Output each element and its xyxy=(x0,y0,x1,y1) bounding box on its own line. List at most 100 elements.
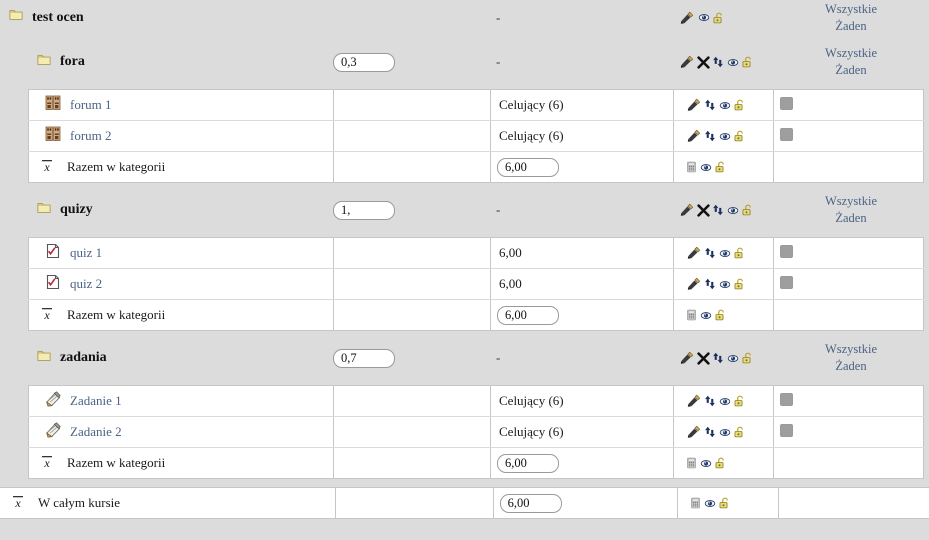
item-name-cell: Zadanie 1 xyxy=(28,385,334,417)
edit-icon[interactable] xyxy=(679,11,695,25)
padlock-unlocked-icon[interactable] xyxy=(742,203,754,217)
padlock-unlocked-icon[interactable] xyxy=(734,98,746,112)
padlock-unlocked-icon[interactable] xyxy=(742,55,754,69)
calculator-icon[interactable] xyxy=(686,456,697,470)
item-select-checkbox[interactable] xyxy=(780,392,793,406)
padlock-unlocked-icon[interactable] xyxy=(719,496,731,510)
category-weight-input[interactable] xyxy=(333,52,395,72)
item-select-checkbox[interactable] xyxy=(780,96,793,110)
move-updown-icon[interactable] xyxy=(712,203,724,217)
forum-icon xyxy=(45,126,61,146)
category-weight-cell xyxy=(333,35,490,89)
move-updown-icon[interactable] xyxy=(704,277,716,291)
category-total-value-input[interactable] xyxy=(497,453,559,473)
padlock-unlocked-icon[interactable] xyxy=(715,308,727,322)
select-all-link[interactable]: Wszystkie xyxy=(773,193,929,210)
eye-hide-icon[interactable] xyxy=(718,248,732,259)
item-link[interactable]: forum 1 xyxy=(70,97,112,113)
eye-hide-icon[interactable] xyxy=(699,310,713,321)
item-actions-cell xyxy=(673,120,774,152)
gradebook-setup-page: test ocen-WszystkieŻadenfora-WszystkieŻa… xyxy=(0,0,929,540)
select-none-link[interactable]: Żaden xyxy=(773,210,929,227)
item-link[interactable]: Zadanie 2 xyxy=(70,424,122,440)
category-weight-input[interactable] xyxy=(333,348,395,368)
select-none-link[interactable]: Żaden xyxy=(773,18,929,35)
calculator-icon[interactable] xyxy=(686,160,697,174)
padlock-unlocked-icon[interactable] xyxy=(742,351,754,365)
eye-hide-icon[interactable] xyxy=(718,396,732,407)
eye-hide-icon[interactable] xyxy=(697,12,711,23)
category-total-value-input[interactable] xyxy=(497,305,559,325)
move-updown-icon[interactable] xyxy=(704,129,716,143)
select-all-link[interactable]: Wszystkie xyxy=(773,45,929,62)
eye-hide-icon[interactable] xyxy=(703,498,717,509)
category-label: fora xyxy=(60,54,85,69)
eye-hide-icon[interactable] xyxy=(726,205,740,216)
padlock-unlocked-icon[interactable] xyxy=(734,246,746,260)
select-all-link[interactable]: Wszystkie xyxy=(773,1,929,18)
move-updown-icon[interactable] xyxy=(704,98,716,112)
item-link[interactable]: forum 2 xyxy=(70,128,112,144)
delete-x-icon[interactable] xyxy=(697,55,710,69)
padlock-unlocked-icon[interactable] xyxy=(734,394,746,408)
padlock-unlocked-icon[interactable] xyxy=(715,160,727,174)
item-select-checkbox[interactable] xyxy=(780,275,793,289)
item-actions-cell xyxy=(673,237,774,269)
select-all-link[interactable]: Wszystkie xyxy=(773,341,929,358)
category-actions-cell xyxy=(673,183,773,237)
move-updown-icon[interactable] xyxy=(712,351,724,365)
move-updown-icon[interactable] xyxy=(712,55,724,69)
select-none-link[interactable]: Żaden xyxy=(773,358,929,375)
move-updown-icon[interactable] xyxy=(704,394,716,408)
category-name-cell: fora xyxy=(0,53,333,72)
padlock-unlocked-icon[interactable] xyxy=(713,11,725,25)
category-value-cell: - xyxy=(490,35,673,89)
edit-icon[interactable] xyxy=(686,277,702,291)
item-select-cell xyxy=(773,237,924,269)
edit-icon[interactable] xyxy=(686,246,702,260)
eye-hide-icon[interactable] xyxy=(718,427,732,438)
eye-hide-icon[interactable] xyxy=(718,100,732,111)
eye-hide-icon[interactable] xyxy=(726,57,740,68)
item-select-cell xyxy=(773,89,924,121)
edit-icon[interactable] xyxy=(686,394,702,408)
select-none-link[interactable]: Żaden xyxy=(773,62,929,79)
edit-icon[interactable] xyxy=(686,98,702,112)
item-select-cell xyxy=(773,385,924,417)
move-updown-icon[interactable] xyxy=(704,246,716,260)
item-link[interactable]: quiz 2 xyxy=(70,276,102,292)
padlock-unlocked-icon[interactable] xyxy=(734,425,746,439)
item-link[interactable]: quiz 1 xyxy=(70,245,102,261)
edit-icon[interactable] xyxy=(679,203,695,217)
edit-icon[interactable] xyxy=(679,351,695,365)
calculator-icon[interactable] xyxy=(690,496,701,510)
edit-icon[interactable] xyxy=(686,129,702,143)
item-value-cell: Celujący (6) xyxy=(490,89,674,121)
padlock-unlocked-icon[interactable] xyxy=(715,456,727,470)
eye-hide-icon[interactable] xyxy=(726,353,740,364)
course-total-value-input[interactable] xyxy=(499,493,562,513)
padlock-unlocked-icon[interactable] xyxy=(734,277,746,291)
delete-x-icon[interactable] xyxy=(697,203,710,217)
move-updown-icon[interactable] xyxy=(704,425,716,439)
delete-x-icon[interactable] xyxy=(697,351,710,365)
eye-hide-icon[interactable] xyxy=(718,279,732,290)
item-name-cell: quiz 2 xyxy=(28,268,334,300)
category-total-value-input[interactable] xyxy=(497,157,559,177)
root-value: - xyxy=(496,9,501,25)
calculator-icon[interactable] xyxy=(686,308,697,322)
category-weight-input[interactable] xyxy=(333,200,395,220)
item-select-checkbox[interactable] xyxy=(780,127,793,141)
x-bar-mean-icon: x xyxy=(39,453,55,473)
eye-hide-icon[interactable] xyxy=(699,162,713,173)
category-total-actions-cell xyxy=(673,299,774,331)
course-total-value-cell xyxy=(493,487,678,519)
eye-hide-icon[interactable] xyxy=(699,458,713,469)
padlock-unlocked-icon[interactable] xyxy=(734,129,746,143)
edit-icon[interactable] xyxy=(686,425,702,439)
item-select-checkbox[interactable] xyxy=(780,423,793,437)
eye-hide-icon[interactable] xyxy=(718,131,732,142)
edit-icon[interactable] xyxy=(679,55,695,69)
item-link[interactable]: Zadanie 1 xyxy=(70,393,122,409)
item-select-checkbox[interactable] xyxy=(780,244,793,258)
